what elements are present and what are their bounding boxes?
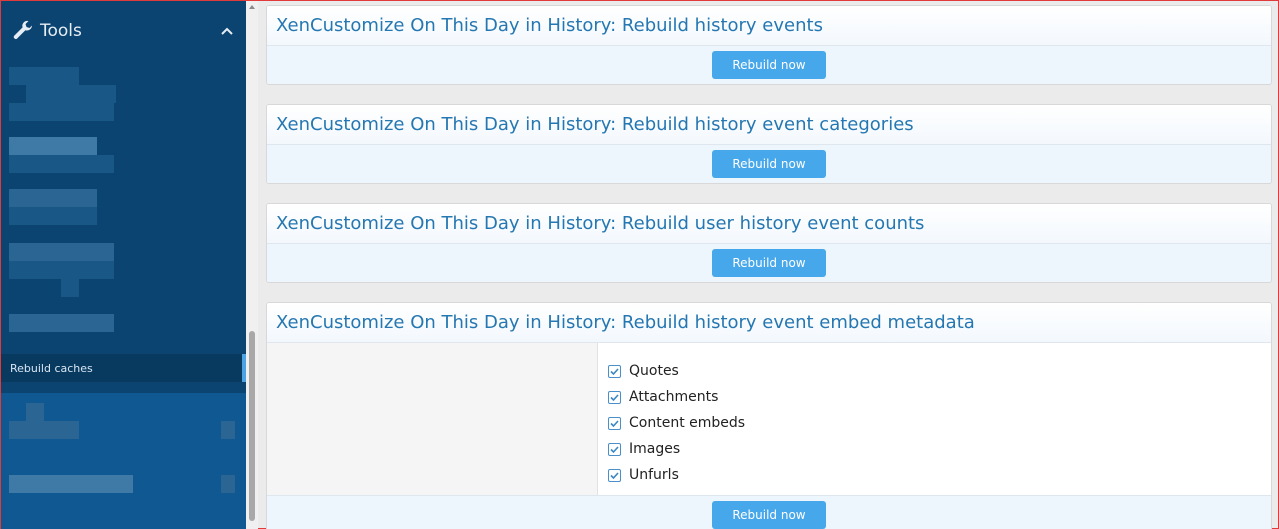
scroll-up-arrow-icon[interactable]: [248, 3, 256, 11]
sidebar-item-label: Rebuild caches: [10, 361, 93, 375]
block-footer: Rebuild now: [267, 145, 1271, 183]
checkbox-checked-icon[interactable]: [608, 468, 621, 482]
redacted-menu-item[interactable]: [61, 279, 79, 297]
option-quotes[interactable]: Quotes: [608, 358, 1271, 384]
sidebar-item-rebuild-caches[interactable]: Rebuild caches: [1, 354, 246, 382]
checkbox-checked-icon[interactable]: [608, 364, 621, 378]
sidebar: Tools Rebuild caches: [1, 1, 246, 529]
rebuild-now-button[interactable]: Rebuild now: [712, 249, 826, 277]
redacted-menu-item[interactable]: [26, 85, 116, 103]
redacted-menu-item[interactable]: [9, 67, 79, 85]
sidebar-section-title: Tools: [40, 21, 82, 41]
rebuild-block-history-events: XenCustomize On This Day in History: Reb…: [266, 5, 1272, 85]
rebuild-now-button[interactable]: Rebuild now: [712, 51, 826, 79]
option-content-embeds[interactable]: Content embeds: [608, 410, 1271, 436]
redacted-menu-item[interactable]: [9, 261, 114, 279]
rebuild-block-embed-metadata: XenCustomize On This Day in History: Reb…: [266, 302, 1272, 529]
options-label-column: [267, 343, 598, 495]
option-label: Content embeds: [629, 415, 746, 431]
block-title: XenCustomize On This Day in History: Reb…: [267, 303, 1271, 343]
options-row: Quotes Attachments Content embeds Images…: [267, 343, 1271, 495]
options-list: Quotes Attachments Content embeds Images…: [598, 343, 1271, 495]
redacted-menu-item[interactable]: [26, 403, 44, 421]
option-label: Unfurls: [629, 467, 679, 483]
option-images[interactable]: Images: [608, 436, 1271, 462]
rebuild-now-button[interactable]: Rebuild now: [712, 500, 826, 529]
option-label: Images: [629, 441, 681, 457]
redacted-menu-item[interactable]: [9, 243, 114, 261]
rebuild-now-button[interactable]: Rebuild now: [712, 150, 826, 178]
redacted-menu-item[interactable]: [221, 475, 235, 493]
sidebar-lower-section: [1, 393, 246, 529]
option-label: Quotes: [629, 363, 679, 379]
block-footer: Rebuild now: [267, 244, 1271, 282]
option-attachments[interactable]: Attachments: [608, 384, 1271, 410]
redacted-menu-item[interactable]: [9, 189, 97, 207]
chevron-up-icon[interactable]: [219, 23, 235, 39]
checkbox-checked-icon[interactable]: [608, 416, 621, 430]
redacted-menu-item[interactable]: [9, 137, 97, 155]
checkbox-checked-icon[interactable]: [608, 390, 621, 404]
redacted-menu-item[interactable]: [9, 421, 79, 439]
rebuild-block-user-event-counts: XenCustomize On This Day in History: Reb…: [266, 203, 1272, 283]
redacted-menu-item[interactable]: [9, 475, 133, 493]
redacted-menu-item[interactable]: [9, 155, 114, 173]
redacted-menu-item[interactable]: [9, 314, 114, 332]
redacted-menu-item[interactable]: [221, 421, 235, 439]
block-footer: Rebuild now: [267, 46, 1271, 84]
scrollbar-thumb[interactable]: [249, 331, 255, 521]
block-footer: Rebuild now: [267, 495, 1271, 529]
redacted-menu-item[interactable]: [9, 103, 114, 121]
block-title: XenCustomize On This Day in History: Reb…: [267, 6, 1271, 46]
redacted-menu-item[interactable]: [9, 207, 97, 225]
option-unfurls[interactable]: Unfurls: [608, 462, 1271, 488]
option-label: Attachments: [629, 389, 719, 405]
sidebar-scrollbar[interactable]: [246, 1, 258, 529]
block-title: XenCustomize On This Day in History: Reb…: [267, 105, 1271, 145]
rebuild-block-event-categories: XenCustomize On This Day in History: Reb…: [266, 104, 1272, 184]
block-title: XenCustomize On This Day in History: Reb…: [267, 204, 1271, 244]
wrench-icon: [13, 20, 33, 39]
sidebar-section-tools[interactable]: Tools: [1, 1, 246, 61]
checkbox-checked-icon[interactable]: [608, 442, 621, 456]
